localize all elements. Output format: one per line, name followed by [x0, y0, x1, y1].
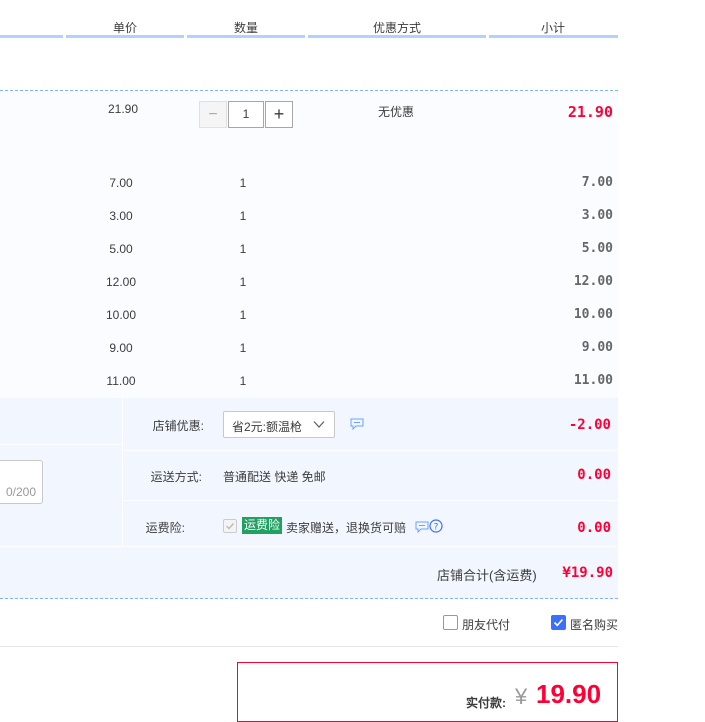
store-total-label: 店铺合计(含运费) [437, 568, 537, 583]
insurance-text: 卖家赠送，退换货可赔 [286, 521, 407, 535]
store-promo-label: 店铺优惠: [152, 419, 204, 433]
shipping-method-label: 运送方式: [150, 470, 202, 484]
sub-item-qty: 1 [239, 341, 247, 355]
main-item-subtotal: 21.90 [567, 103, 613, 121]
header-underline-3 [187, 35, 305, 38]
sub-item-price: 10.00 [105, 308, 137, 322]
row-divider-2 [123, 500, 618, 501]
sub-item-qty: 1 [239, 374, 247, 388]
row-divider-1 [123, 450, 618, 451]
sub-item-subtotal: 3.00 [581, 208, 613, 223]
shipping-method-value: 普通配送 快递 免邮 [223, 470, 326, 484]
payment-summary-box: 实付款: ¥ 19.90 [237, 662, 618, 722]
column-header-subtotal: 小计 [541, 21, 566, 35]
minus-icon: − [208, 106, 218, 123]
insurance-amount: 0.00 [577, 520, 611, 536]
plus-icon: + [273, 104, 285, 124]
store-promo-selected: 省2元:额温枪 [232, 420, 303, 434]
column-header-price: 单价 [113, 21, 138, 35]
insurance-checkbox [223, 519, 237, 533]
message-char-counter: 0/200 [5, 485, 36, 499]
anonymous-checkbox[interactable] [551, 615, 566, 630]
header-underline-4 [308, 35, 486, 38]
store-total-value: ¥19.90 [562, 565, 613, 581]
sub-item-subtotal: 9.00 [581, 340, 613, 355]
sub-item-subtotal: 10.00 [573, 307, 613, 322]
message-area-divider [0, 444, 122, 445]
sub-item-subtotal: 5.00 [581, 241, 613, 256]
options-divider [0, 646, 618, 647]
friend-pay-label[interactable]: 朋友代付 [462, 616, 510, 633]
sub-item-price: 9.00 [109, 341, 133, 355]
sub-item-qty: 1 [239, 308, 247, 322]
column-header-quantity: 数量 [234, 21, 259, 35]
payment-label: 实付款: [466, 696, 506, 710]
check-icon [226, 523, 235, 530]
store-promo-select[interactable]: 省2元:额温枪 [223, 411, 335, 438]
insurance-badge: 运费险 [242, 517, 283, 534]
column-header-discount: 优惠方式 [373, 21, 422, 35]
help-question-icon[interactable]: ? [429, 519, 443, 533]
main-item-price: 21.90 [108, 102, 139, 116]
store-promo-amount: -2.00 [568, 417, 611, 433]
friend-pay-checkbox[interactable] [443, 615, 458, 630]
sub-item-qty: 1 [239, 209, 247, 223]
quantity-input[interactable]: 1 [228, 101, 264, 128]
sub-item-qty: 1 [239, 176, 247, 190]
quantity-increase-button[interactable]: + [265, 101, 293, 128]
sub-item-subtotal: 7.00 [581, 175, 613, 190]
chat-bubble-icon[interactable] [415, 521, 429, 533]
payment-amount: 19.90 [536, 679, 602, 709]
sub-item-subtotal: 12.00 [573, 274, 613, 289]
sub-item-price: 7.00 [109, 176, 133, 190]
shipping-amount: 0.00 [577, 467, 611, 483]
message-textarea[interactable]: 0/200 [0, 460, 43, 504]
header-underline-2 [66, 35, 184, 38]
sub-item-price: 11.00 [106, 374, 136, 388]
sub-item-price: 12.00 [105, 275, 137, 289]
quantity-decrease-button[interactable]: − [199, 101, 227, 128]
header-underline-1 [0, 35, 63, 38]
sub-item-qty: 1 [239, 275, 247, 289]
sub-item-subtotal: 11.00 [573, 373, 613, 388]
sub-item-price: 5.00 [109, 242, 133, 256]
anonymous-label[interactable]: 匿名购买 [570, 616, 618, 633]
check-icon [553, 618, 564, 627]
sub-item-qty: 1 [239, 242, 247, 256]
payment-currency: ¥ [515, 684, 528, 709]
insurance-label: 运费险: [145, 521, 185, 535]
chevron-down-icon [313, 421, 325, 428]
header-underline-5 [489, 35, 618, 38]
main-item-discount: 无优惠 [378, 105, 415, 119]
svg-text:?: ? [434, 523, 439, 533]
sub-item-price: 3.00 [109, 209, 133, 223]
chat-bubble-icon[interactable] [350, 418, 364, 430]
row-divider-3 [0, 546, 618, 547]
